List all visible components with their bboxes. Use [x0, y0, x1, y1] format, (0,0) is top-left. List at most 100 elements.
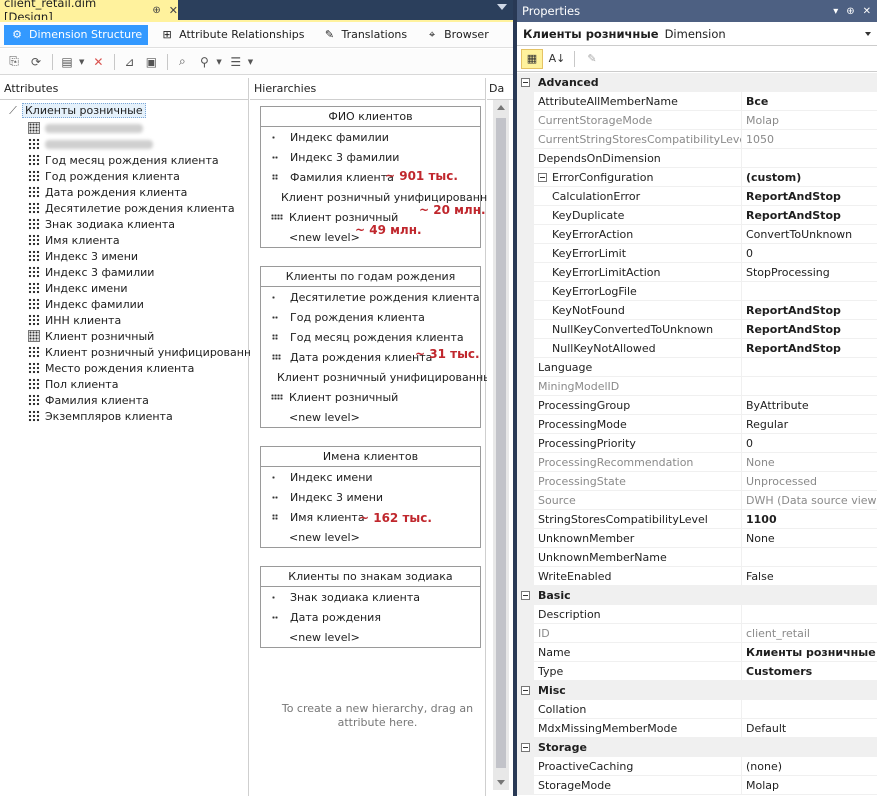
property-value[interactable]: (custom) — [742, 168, 877, 186]
alphabetical-sort-icon[interactable]: A↓ — [546, 49, 568, 69]
hierarchy-box[interactable]: ФИО клиентов Индекс фамилии Индекс 3 фамил… — [260, 106, 503, 248]
pin-icon[interactable]: ⊕ — [152, 5, 160, 16]
property-row[interactable]: KeyNotFound ReportAndStop — [517, 301, 877, 320]
attribute-item[interactable]: Год рождения клиента — [28, 168, 267, 184]
property-row[interactable]: AttributeAllMemberName Все — [517, 92, 877, 111]
property-value[interactable]: ReportAndStop — [742, 206, 877, 224]
collapse-icon[interactable] — [538, 172, 547, 182]
property-row[interactable]: ProactiveCaching (none) — [517, 757, 877, 776]
attribute-item[interactable]: Дата рождения клиента — [28, 184, 267, 200]
property-value[interactable] — [742, 149, 877, 167]
property-category[interactable]: Advanced — [517, 73, 877, 92]
hierarchy-level[interactable]: Десятилетие рождения клиента — [261, 287, 480, 307]
property-row[interactable]: Source DWH (Data source view) — [517, 491, 877, 510]
hierarchy-box[interactable]: Клиенты по годам рождения Десятилетие рож… — [260, 266, 499, 428]
property-row[interactable]: KeyErrorLogFile — [517, 282, 877, 301]
collapse-icon[interactable] — [521, 78, 530, 87]
hierarchy-title[interactable]: Клиенты по знакам зодиака — [261, 567, 480, 587]
property-row[interactable]: ID client_retail — [517, 624, 877, 643]
property-row[interactable]: CurrentStringStoresCompatibilityLevel 105… — [517, 130, 877, 149]
property-row[interactable]: KeyErrorLimit 0 — [517, 244, 877, 263]
property-value[interactable]: StopProcessing — [742, 263, 877, 281]
property-row[interactable]: Collation — [517, 700, 877, 719]
attribute-item[interactable]: Год месяц рождения клиента — [28, 152, 267, 168]
property-row[interactable]: Type Customers — [517, 662, 877, 681]
property-value[interactable]: 0 — [742, 244, 877, 262]
chevron-down-icon[interactable]: ▼ — [79, 58, 84, 66]
property-value[interactable]: ConvertToUnknown — [742, 225, 877, 243]
property-row[interactable]: KeyDuplicate ReportAndStop — [517, 206, 877, 225]
property-row[interactable]: Name Клиенты розничные — [517, 643, 877, 662]
close-icon[interactable]: ✕ — [863, 6, 871, 17]
show-data-icon[interactable]: ⌕ — [172, 53, 192, 71]
property-row[interactable]: UnknownMemberName — [517, 548, 877, 567]
attribute-item[interactable]: Фамилия клиента — [28, 392, 267, 408]
property-value[interactable] — [742, 358, 877, 376]
delete-icon[interactable]: ✕ — [88, 53, 108, 71]
attribute-item[interactable] — [28, 136, 267, 152]
hierarchy-level[interactable]: Знак зодиака клиента — [261, 587, 480, 607]
attribute-item[interactable]: Индекс 3 фамилии — [28, 264, 267, 280]
attribute-item[interactable]: Клиент розничный — [28, 328, 267, 344]
hierarchy-title[interactable]: Клиенты по годам рождения — [261, 267, 480, 287]
property-category[interactable]: Misc — [517, 681, 877, 700]
tab-dimension-structure[interactable]: ⚙ Dimension Structure — [4, 24, 149, 45]
property-row[interactable]: StorageMode Molap — [517, 776, 877, 795]
hierarchy-level[interactable]: Индекс фамилии — [261, 127, 480, 147]
add-business-intelligence-icon[interactable]: ⎘ — [4, 53, 24, 71]
chevron-down-icon[interactable]: ▼ — [248, 58, 253, 66]
attribute-item[interactable]: Индекс имени — [28, 280, 267, 296]
property-pages-icon[interactable]: ✎ — [581, 49, 603, 69]
property-value[interactable]: Default — [742, 719, 877, 737]
property-row[interactable]: Description — [517, 605, 877, 624]
property-value[interactable]: Все — [742, 92, 877, 110]
new-level-placeholder[interactable]: <new level> — [261, 407, 480, 427]
property-row[interactable]: CurrentStorageMode Molap — [517, 111, 877, 130]
attribute-item[interactable]: ИНН клиента — [28, 312, 267, 328]
property-value[interactable]: ByAttribute — [742, 396, 877, 414]
property-value[interactable] — [742, 282, 877, 300]
attribute-item[interactable]: Индекс фамилии — [28, 296, 267, 312]
object-selector[interactable]: Клиенты розничные Dimension — [517, 22, 877, 46]
pin-icon[interactable]: ⊕ — [846, 6, 854, 17]
property-row[interactable]: KeyErrorLimitAction StopProcessing — [517, 263, 877, 282]
new-level-placeholder[interactable]: <new level> — [261, 627, 480, 647]
collapse-icon[interactable] — [521, 591, 530, 600]
property-value[interactable]: None — [742, 529, 877, 547]
property-row[interactable]: Language — [517, 358, 877, 377]
scrollbar-thumb[interactable] — [496, 118, 506, 768]
new-level-placeholder[interactable]: <new level> — [261, 527, 480, 547]
tab-dropdown-icon[interactable] — [497, 4, 507, 10]
property-category[interactable]: Basic — [517, 586, 877, 605]
hierarchy-level[interactable]: Индекс 3 фамилии — [261, 147, 480, 167]
tab-attribute-relationships[interactable]: ⊞ Attribute Relationships — [154, 25, 310, 45]
property-value[interactable] — [742, 605, 877, 623]
property-row[interactable]: ErrorConfiguration (custom) — [517, 168, 877, 187]
property-value[interactable] — [742, 548, 877, 566]
hierarchy-level[interactable]: Дата рождения — [261, 607, 480, 627]
close-icon[interactable]: ✕ — [169, 4, 178, 17]
property-value[interactable]: ReportAndStop — [742, 339, 877, 357]
hierarchy-title[interactable]: Имена клиентов — [261, 447, 480, 467]
attribute-item[interactable]: Десятилетие рождения клиента — [28, 200, 267, 216]
property-row[interactable]: MiningModelID — [517, 377, 877, 396]
property-value[interactable]: Customers — [742, 662, 877, 680]
hierarchy-level[interactable]: Год месяц рождения клиента — [261, 327, 480, 347]
property-row[interactable]: ProcessingMode Regular — [517, 415, 877, 434]
chevron-down-icon[interactable] — [865, 31, 871, 36]
refresh-schema-icon[interactable]: ▣ — [141, 53, 161, 71]
property-value[interactable]: ReportAndStop — [742, 187, 877, 205]
property-row[interactable]: WriteEnabled False — [517, 567, 877, 586]
attribute-item[interactable]: Знак зодиака клиента — [28, 216, 267, 232]
property-category[interactable]: Storage — [517, 738, 877, 757]
document-tab[interactable]: client_retail.dim [Design] ⊕ ✕ — [0, 0, 178, 24]
property-row[interactable]: ProcessingPriority 0 — [517, 434, 877, 453]
property-row[interactable]: KeyErrorAction ConvertToUnknown — [517, 225, 877, 244]
hierarchy-level[interactable]: Год рождения клиента — [261, 307, 480, 327]
attribute-item[interactable]: Имя клиента — [28, 232, 267, 248]
property-row[interactable]: MdxMissingMemberMode Default — [517, 719, 877, 738]
property-value[interactable]: ReportAndStop — [742, 320, 877, 338]
hierarchy-level[interactable]: Клиент розничный — [261, 387, 480, 407]
hierarchy-level[interactable]: Индекс 3 имени — [261, 487, 480, 507]
property-row[interactable]: NullKeyConvertedToUnknown ReportAndStop — [517, 320, 877, 339]
